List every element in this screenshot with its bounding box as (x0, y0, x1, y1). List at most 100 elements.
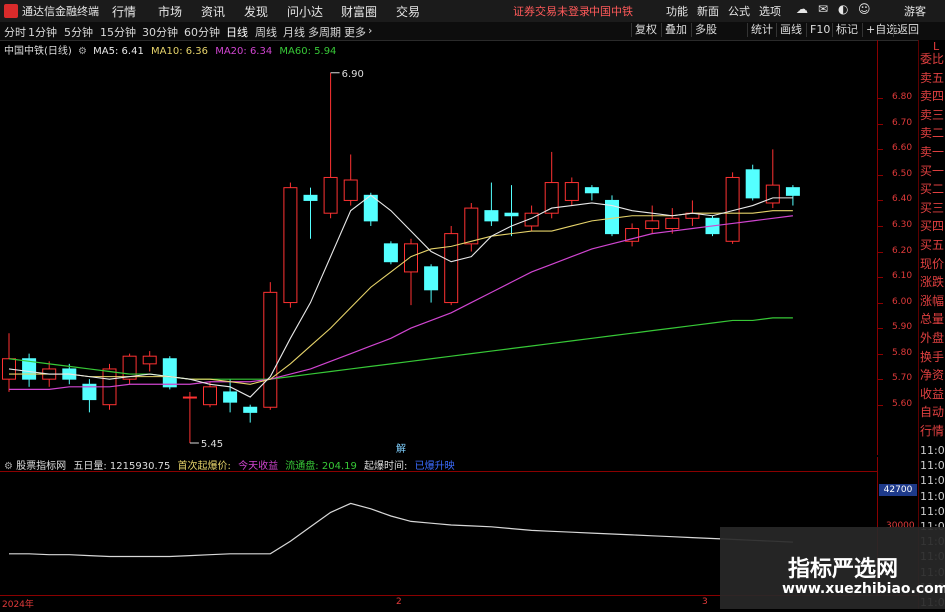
price-tick-mark (878, 123, 883, 125)
candle-body (745, 169, 760, 199)
cloud-icon[interactable]: ☁ (796, 2, 808, 16)
candle-body (464, 207, 479, 245)
price-tick-mark (878, 174, 883, 176)
candle-body (283, 187, 298, 304)
f10-button[interactable]: F10 (806, 23, 833, 37)
candle-body (404, 243, 418, 273)
price-tick: 6.60 (892, 143, 913, 154)
chart-toolbar: 分时 1分钟 5分钟 15分钟 30分钟 60分钟 日线 周线 月线 多周期 更… (0, 22, 945, 41)
candle-body (323, 176, 338, 214)
skin-icon[interactable]: ◐ (838, 2, 848, 16)
period-tab-15min[interactable]: 15分钟 (100, 24, 136, 40)
candle-body (142, 355, 157, 365)
indicator-line (9, 502, 793, 558)
quote-label: 收益 (920, 386, 945, 401)
stock-tag: 中国中铁 (589, 5, 633, 18)
date-label-year: 2024年 (2, 600, 34, 610)
candle-body (203, 386, 217, 406)
message-icon[interactable]: ✉ (818, 2, 828, 16)
candle-body (504, 212, 519, 217)
mark-button[interactable]: 标记 (832, 23, 861, 37)
candle-body (785, 187, 800, 196)
candle-body (645, 220, 660, 230)
stock-period-label: 中国中铁(日线) (4, 46, 72, 57)
ma60-value: MA60: 5.94 (279, 46, 337, 57)
price-tick: 6.00 (892, 296, 913, 307)
price-tick-mark (878, 251, 883, 253)
adjust-button[interactable]: 复权 (631, 23, 660, 37)
guest-label[interactable]: 游客 (904, 3, 926, 19)
price-tick: 5.60 (892, 398, 913, 409)
price-tick-mark (878, 277, 883, 279)
candle-body (383, 243, 398, 263)
period-tab-monthly[interactable]: 月线 (283, 24, 305, 40)
menu-trade[interactable]: 交易 (396, 3, 420, 20)
price-tick: 6.10 (892, 271, 913, 282)
menu-wealth[interactable]: 财富圈 (341, 3, 377, 20)
price-tick-mark (878, 379, 883, 381)
draw-line-button[interactable]: 画线 (776, 23, 805, 37)
multi-stock-button[interactable]: 多股 (691, 23, 720, 37)
period-tab-weekly[interactable]: 周线 (255, 24, 277, 40)
overlay-button[interactable]: 叠加 (661, 23, 690, 37)
period-tab-5min[interactable]: 5分钟 (64, 24, 93, 40)
price-tick-mark (878, 149, 883, 151)
quote-label: 买二 (920, 182, 945, 197)
menu-discover[interactable]: 发现 (244, 3, 268, 20)
price-tick: 5.80 (892, 347, 913, 358)
price-tick: 5.90 (892, 322, 913, 333)
date-label-mar: 3 (702, 597, 708, 607)
candle-body (343, 179, 358, 201)
indicator-legend: ⚙ 股票指标网 五日量: 1215930.75 首次起爆价: 今天收益 流通盘:… (0, 457, 455, 472)
login-status[interactable]: 证券交易未登录 (513, 3, 590, 19)
quote-label[interactable]: 自动 (920, 403, 945, 422)
menu-ask[interactable]: 问小达 (287, 3, 323, 20)
stats-button[interactable]: 统计 (747, 23, 776, 37)
period-tab-daily[interactable]: 日线 (226, 24, 248, 40)
menu-shichang[interactable]: 市场 (158, 3, 182, 20)
quote-label: 买三 (920, 200, 945, 215)
price-tick-mark (878, 353, 883, 355)
price-tick: 5.70 (892, 373, 913, 384)
user-icon[interactable]: ☺ (858, 2, 871, 16)
price-tick-mark (878, 200, 883, 202)
period-tab-30min[interactable]: 30分钟 (142, 24, 178, 40)
back-button[interactable]: 返回 (893, 23, 922, 37)
price-tick-mark (878, 302, 883, 304)
quote-label: 涨幅 (920, 293, 945, 308)
menu-options[interactable]: 选项 (759, 3, 781, 19)
price-tick: 6.50 (892, 168, 913, 179)
menu-newface[interactable]: 新面 (697, 3, 719, 19)
candles-group (2, 72, 800, 443)
menu-formula[interactable]: 公式 (728, 3, 750, 19)
settings-gear-icon[interactable]: ⚙ (78, 46, 87, 57)
quote-label: 卖二 (920, 126, 945, 141)
period-tab-more[interactable]: 更多 (344, 24, 366, 40)
chevron-right-icon[interactable]: › (368, 24, 372, 37)
quote-label: 委比 (920, 52, 945, 66)
period-tab-60min[interactable]: 60分钟 (184, 24, 220, 40)
date-label-feb: 2 (396, 597, 402, 607)
ma5-value: MA5: 6.41 (93, 46, 144, 57)
ma10-value: MA10: 6.36 (151, 46, 209, 57)
app-title: 通达信金融终端 (22, 5, 99, 18)
quote-label: 总量 (920, 312, 945, 327)
ma20-value: MA20: 6.34 (215, 46, 273, 57)
menu-market[interactable]: 行情 (112, 3, 136, 20)
menu-function[interactable]: 功能 (666, 3, 688, 19)
watermark-url: www.xuezhibiao.com (782, 581, 945, 597)
price-tick: 6.30 (892, 219, 913, 230)
period-tab-fenshi[interactable]: 分时 (4, 24, 26, 40)
quote-label: 买五 (920, 238, 945, 252)
candle-body (564, 182, 579, 201)
candle-body (424, 266, 439, 291)
candlestick-chart[interactable]: 6.90 5.45 解 (0, 40, 877, 455)
quote-label[interactable]: 行情 (920, 422, 945, 441)
candle-body (665, 217, 680, 230)
period-tab-multi[interactable]: 多周期 (308, 24, 341, 40)
period-tab-1min[interactable]: 1分钟 (28, 24, 57, 40)
candle-body (584, 187, 599, 194)
menu-news[interactable]: 资讯 (201, 3, 225, 20)
price-tick-mark (878, 98, 883, 100)
candle-body (263, 291, 278, 408)
